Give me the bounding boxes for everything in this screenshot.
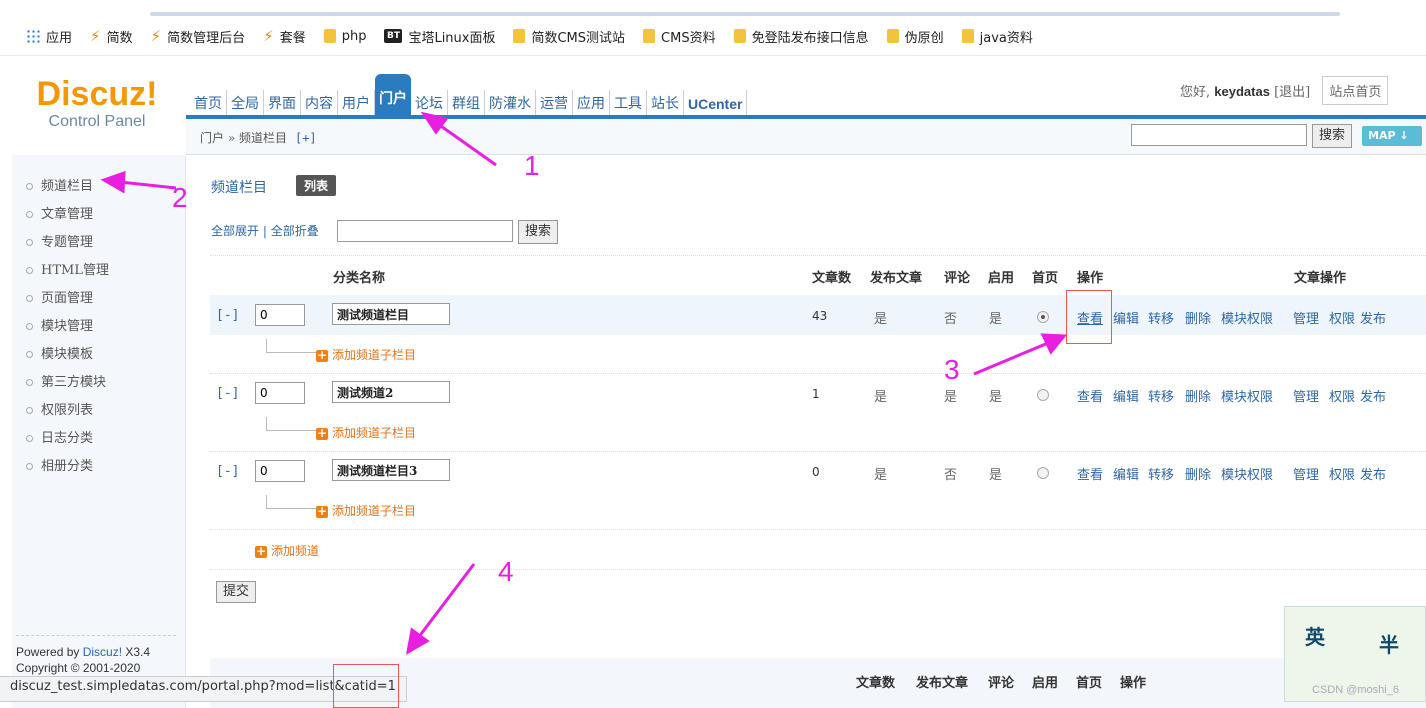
- arrow-1: [437, 122, 497, 167]
- arrow-3-head: [1040, 333, 1068, 355]
- annotation-3: 3: [944, 354, 960, 385]
- annotation-arrows: [100, 111, 1068, 655]
- annotation-4: 4: [498, 556, 514, 587]
- arrow-4: [416, 563, 476, 639]
- arrow-1-head: [420, 111, 449, 135]
- arrow-2-head: [100, 170, 126, 194]
- annotation-2: 2: [172, 182, 188, 213]
- arrow-4-head: [405, 627, 430, 655]
- arrow-2: [119, 180, 177, 190]
- annotation-1: 1: [524, 150, 540, 181]
- arrow-3: [973, 341, 1049, 376]
